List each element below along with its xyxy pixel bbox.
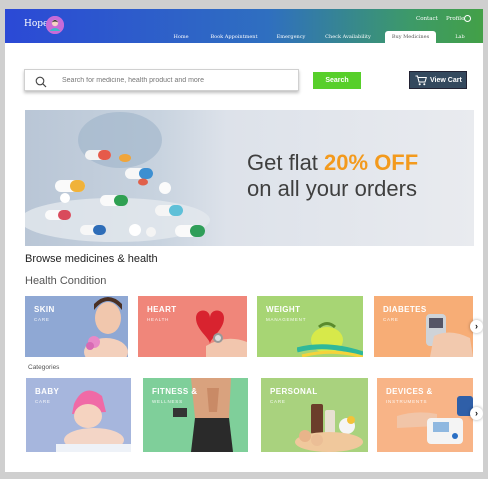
card-title: PERSONAL bbox=[270, 387, 318, 396]
card-devices-instruments[interactable]: DEVICES & INSTRUMENTS bbox=[377, 378, 473, 452]
card-subtitle: MANAGEMENT bbox=[266, 317, 307, 322]
contact-link[interactable]: Contact bbox=[416, 16, 438, 22]
tab-home[interactable]: Home bbox=[170, 31, 192, 43]
card-subtitle: HEALTH bbox=[147, 317, 170, 322]
baby-image bbox=[56, 390, 131, 452]
card-skin-care[interactable]: SKIN CARE bbox=[25, 296, 128, 357]
glucometer-image bbox=[426, 314, 473, 357]
app-window: Hope Contact Profile Home Book Appointme… bbox=[5, 9, 483, 472]
categories-heading: Categories bbox=[28, 364, 60, 371]
search-button[interactable]: Search bbox=[313, 72, 361, 89]
cart-icon bbox=[415, 75, 427, 94]
card-subtitle: CARE bbox=[383, 317, 399, 322]
pills-image bbox=[25, 112, 210, 242]
search-icon[interactable] bbox=[35, 75, 47, 93]
user-icon[interactable] bbox=[464, 15, 471, 22]
card-title: SKIN bbox=[34, 305, 55, 314]
browse-heading: Browse medicines & health bbox=[25, 253, 158, 265]
tab-emergency[interactable]: Emergency bbox=[274, 31, 308, 43]
skin-care-image bbox=[84, 297, 128, 357]
tab-lab-tests[interactable]: Lab Tests bbox=[448, 31, 472, 52]
heart-image bbox=[196, 310, 247, 357]
card-subtitle: CARE bbox=[270, 399, 286, 404]
weight-image bbox=[297, 322, 363, 357]
tab-buy-medicines[interactable]: Buy Medicines bbox=[385, 31, 436, 43]
card-heart-health[interactable]: HEART HEALTH bbox=[138, 296, 247, 357]
card-title: FITNESS & bbox=[152, 387, 198, 396]
card-diabetes-care[interactable]: DIABETES CARE bbox=[374, 296, 473, 357]
tab-check-availability[interactable]: Check Availability bbox=[323, 31, 373, 43]
card-title: DIABETES bbox=[383, 305, 427, 314]
card-title: WEIGHT bbox=[266, 305, 301, 314]
profile-link[interactable]: Profile bbox=[446, 16, 464, 22]
bp-monitor-image bbox=[397, 396, 473, 444]
view-cart-label: View Cart bbox=[430, 77, 462, 84]
card-weight-management[interactable]: WEIGHT MANAGEMENT bbox=[257, 296, 363, 357]
banner-line2: on all your orders bbox=[247, 176, 417, 201]
brand-name[interactable]: Hope bbox=[24, 19, 48, 29]
brand-logo-icon[interactable] bbox=[46, 16, 64, 34]
card-subtitle: INSTRUMENTS bbox=[386, 399, 428, 404]
chevron-right-icon[interactable]: › bbox=[470, 320, 483, 333]
promo-banner[interactable]: Get flat 20% OFF on all your orders bbox=[25, 110, 474, 246]
card-subtitle: WELLNESS bbox=[152, 399, 183, 404]
chevron-right-icon[interactable]: › bbox=[470, 407, 483, 420]
banner-prefix: Get flat bbox=[247, 150, 325, 175]
search-bar bbox=[24, 69, 299, 91]
top-navbar: Hope Contact Profile Home Book Appointme… bbox=[5, 9, 483, 52]
tab-book-appointment[interactable]: Book Appointment bbox=[208, 31, 260, 43]
card-personal-care[interactable]: PERSONAL CARE bbox=[261, 378, 368, 452]
card-title: BABY bbox=[35, 387, 60, 396]
health-condition-heading: Health Condition bbox=[25, 275, 107, 287]
card-subtitle: CARE bbox=[34, 317, 50, 322]
card-fitness-wellness[interactable]: FITNESS & WELLNESS bbox=[143, 378, 248, 452]
view-cart-button[interactable]: View Cart bbox=[409, 71, 467, 89]
card-title: DEVICES & bbox=[386, 387, 433, 396]
card-subtitle: CARE bbox=[35, 399, 51, 404]
card-baby-care[interactable]: BABY CARE bbox=[26, 378, 131, 452]
personal-care-image bbox=[295, 404, 363, 452]
search-input[interactable] bbox=[62, 71, 292, 89]
banner-headline: Get flat 20% OFF on all your orders bbox=[247, 150, 418, 202]
banner-highlight: 20% OFF bbox=[324, 150, 419, 175]
card-title: HEART bbox=[147, 305, 177, 314]
